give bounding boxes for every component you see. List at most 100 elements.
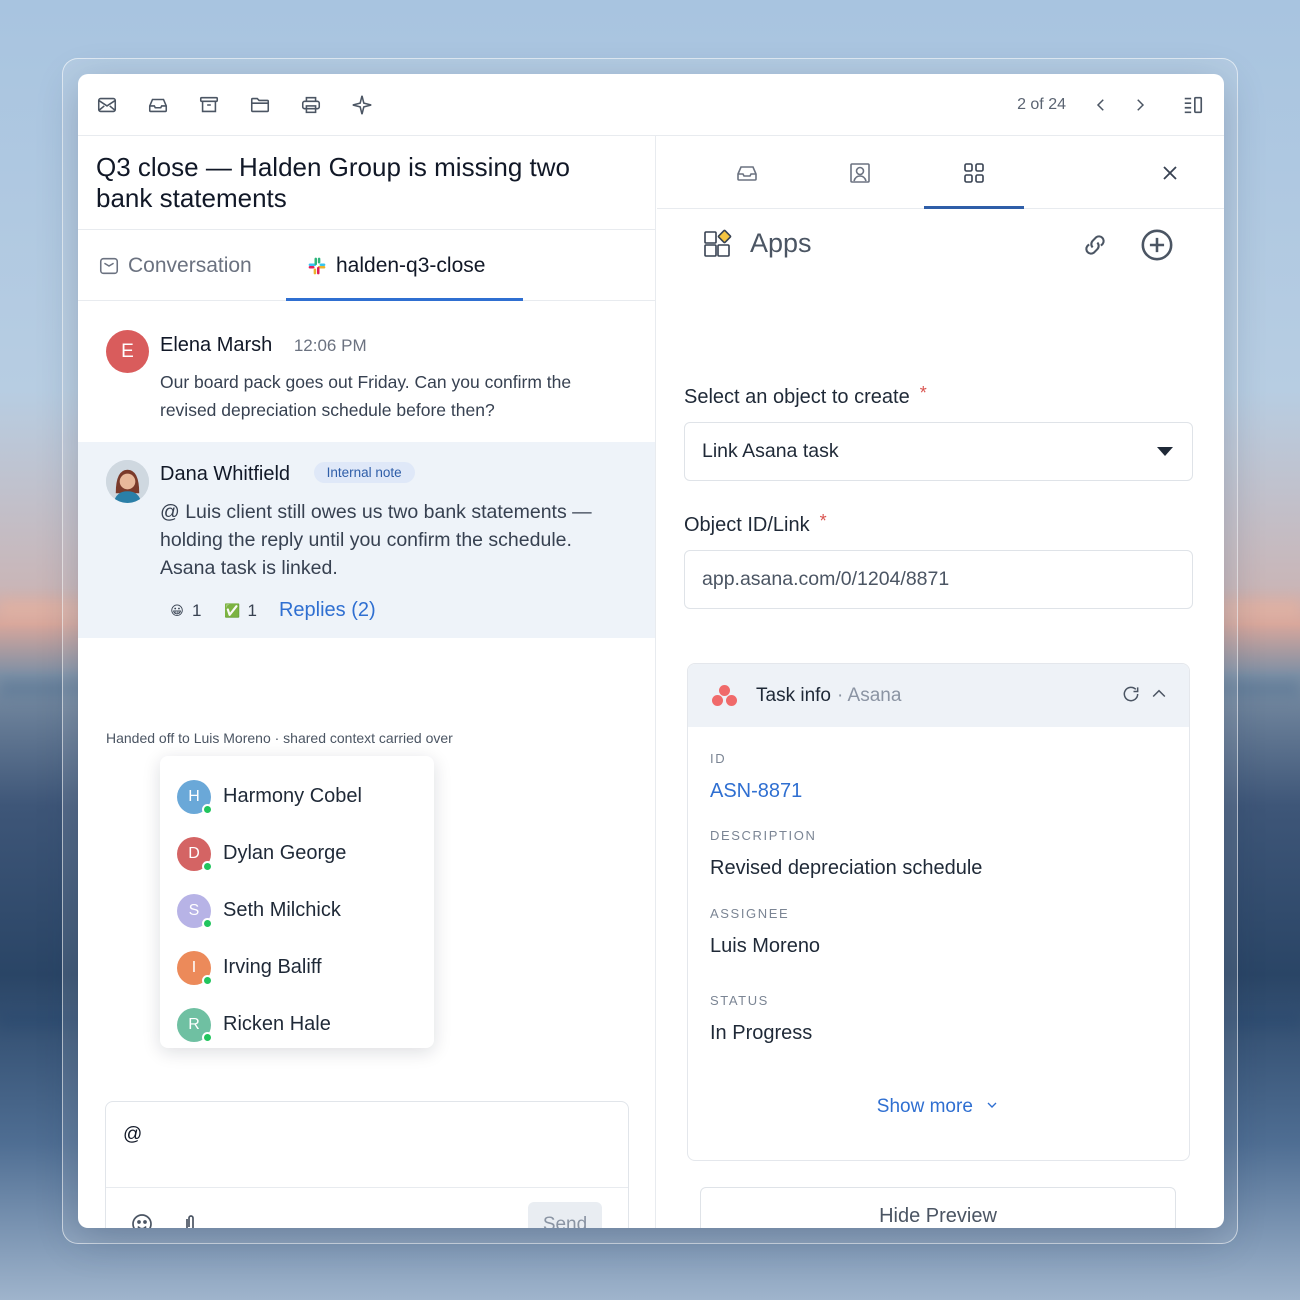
add-circle-icon[interactable] bbox=[1140, 228, 1174, 262]
tab-conversation[interactable]: Conversation bbox=[98, 230, 252, 301]
card-header-actions bbox=[1113, 684, 1169, 704]
panel-header: Apps bbox=[703, 228, 812, 259]
mention-name: Dylan George bbox=[223, 842, 347, 864]
toolbar: 2 of 24 bbox=[78, 74, 1224, 136]
handoff-note: Handed off to Luis Moreno · shared conte… bbox=[106, 730, 453, 746]
reactions-row: 😀 1 ✅ 1 Replies (2) bbox=[168, 599, 376, 622]
apps-logo-icon bbox=[704, 229, 732, 257]
avatar: H bbox=[177, 779, 213, 815]
hide-preview-button[interactable]: Hide Preview bbox=[700, 1187, 1176, 1228]
panel-tabs bbox=[657, 136, 1224, 209]
caret-down-icon bbox=[1157, 447, 1173, 456]
paperclip-icon[interactable] bbox=[177, 1211, 203, 1228]
smile-emoji-icon: 😀 bbox=[170, 602, 184, 618]
object-type-select[interactable]: Link Asana task bbox=[684, 422, 1193, 481]
message-time: 12:06 PM bbox=[293, 336, 367, 355]
reaction-count: 1 bbox=[247, 600, 257, 620]
mention-name: Harmony Cobel bbox=[223, 785, 362, 807]
online-status-dot bbox=[202, 1031, 213, 1043]
sidebar-toggle-icon[interactable] bbox=[1180, 92, 1206, 118]
task-info-source: · Asana bbox=[836, 684, 902, 706]
send-button[interactable]: Send bbox=[528, 1202, 602, 1228]
conversation-pane: Q3 close — Halden Group is missing two b… bbox=[78, 136, 656, 1228]
mention-option[interactable]: H Harmony Cobel bbox=[160, 768, 434, 825]
chevron-up-icon[interactable] bbox=[1149, 684, 1169, 704]
task-status: In Progress bbox=[710, 1022, 813, 1044]
close-icon[interactable] bbox=[1157, 160, 1183, 186]
pager-text: 2 of 24 bbox=[1017, 96, 1066, 113]
apps-panel: Apps Select an object to create * Link As… bbox=[657, 136, 1224, 1228]
composer-divider bbox=[106, 1187, 628, 1188]
avatar: D bbox=[177, 836, 213, 872]
replies-link[interactable]: Replies (2) bbox=[279, 599, 376, 622]
avatar bbox=[106, 460, 149, 503]
sparkle-icon[interactable] bbox=[349, 92, 375, 118]
required-marker: * bbox=[819, 511, 827, 531]
object-id-label: Object ID/Link * bbox=[684, 511, 827, 536]
mention-option[interactable]: R Ricken Hale bbox=[160, 996, 434, 1053]
mention-option[interactable]: D Dylan George bbox=[160, 825, 434, 882]
tab-conversation-label: Conversation bbox=[128, 253, 252, 277]
conversation-subject: Q3 close — Halden Group is missing two b… bbox=[96, 152, 570, 213]
tab-slack-channel[interactable]: halden-q3-close bbox=[307, 230, 485, 301]
field-key-assignee: ASSIGNEE bbox=[710, 906, 790, 921]
inbox-tab-icon[interactable] bbox=[734, 160, 760, 186]
folder-icon[interactable] bbox=[247, 92, 273, 118]
task-info-header[interactable]: Task info · Asana bbox=[688, 664, 1189, 727]
avatar: E bbox=[106, 330, 149, 373]
avatar: R bbox=[177, 1007, 213, 1043]
reaction-smile[interactable]: 😀 1 bbox=[168, 601, 201, 621]
task-id-link[interactable]: ASN-8871 bbox=[710, 780, 802, 803]
mail-icon[interactable] bbox=[94, 92, 120, 118]
message-body: @ Luis client still owes us two bank sta… bbox=[160, 501, 592, 579]
message-header: Dana Whitfield Internal note bbox=[160, 462, 415, 486]
task-info-card: Task info · Asana ID ASN-8871 DESCRIPTIO… bbox=[687, 663, 1190, 1161]
message-composer: @ Send bbox=[105, 1101, 629, 1228]
active-panel-tab-indicator bbox=[924, 206, 1024, 209]
archive-icon[interactable] bbox=[196, 92, 222, 118]
object-id-input[interactable]: app.asana.com/0/1204/8871 bbox=[684, 550, 1193, 609]
online-status-dot bbox=[202, 974, 213, 986]
mention-name: Irving Baliff bbox=[223, 956, 322, 978]
inbox-icon[interactable] bbox=[145, 92, 171, 118]
reaction-count: 1 bbox=[192, 600, 202, 620]
task-info-title: Task info bbox=[756, 684, 831, 706]
message-author: Dana Whitfield bbox=[160, 463, 291, 485]
task-assignee: Luis Moreno bbox=[710, 935, 821, 957]
mention-name: Seth Milchick bbox=[223, 899, 341, 921]
message-author: Elena Marsh bbox=[160, 334, 273, 356]
chevron-right-icon[interactable] bbox=[1127, 92, 1153, 118]
mention-option[interactable]: I Irving Baliff bbox=[160, 939, 434, 996]
online-status-dot bbox=[202, 860, 213, 872]
emoji-icon[interactable] bbox=[129, 1211, 155, 1228]
contact-tab-icon[interactable] bbox=[847, 160, 873, 186]
chevron-down-icon bbox=[987, 1102, 997, 1108]
chevron-left-icon[interactable] bbox=[1088, 92, 1114, 118]
avatar: S bbox=[177, 893, 213, 929]
link-icon[interactable] bbox=[1078, 228, 1112, 262]
toolbar-right: 2 of 24 bbox=[1017, 74, 1206, 136]
select-object-label: Select an object to create * bbox=[684, 383, 927, 408]
show-more-button[interactable]: Show more bbox=[688, 1096, 1189, 1118]
apps-grid-tab-icon[interactable] bbox=[961, 160, 987, 186]
message-header: Elena Marsh 12:06 PM bbox=[160, 334, 367, 357]
field-key-status: STATUS bbox=[710, 993, 769, 1008]
internal-note-badge: Internal note bbox=[313, 462, 415, 483]
message-body: Our board pack goes out Friday. Can you … bbox=[160, 372, 572, 420]
mention-option[interactable]: S Seth Milchick bbox=[160, 882, 434, 939]
slack-icon bbox=[308, 257, 326, 274]
active-tab-indicator bbox=[286, 298, 523, 301]
field-key-description: DESCRIPTION bbox=[710, 828, 817, 843]
required-marker: * bbox=[919, 383, 927, 403]
composer-input[interactable]: @ bbox=[123, 1124, 142, 1146]
printer-icon[interactable] bbox=[298, 92, 324, 118]
task-description: Revised depreciation schedule bbox=[710, 857, 983, 879]
object-type-value: Link Asana task bbox=[702, 440, 839, 462]
reaction-check[interactable]: ✅ 1 bbox=[223, 600, 257, 621]
panel-title: Apps bbox=[750, 228, 812, 258]
internal-note: Dana Whitfield Internal note @ Luis clie… bbox=[78, 442, 655, 638]
mention-name: Ricken Hale bbox=[223, 1013, 331, 1035]
conversation-tabs: Conversation halden-q3-close bbox=[78, 229, 655, 301]
message-item: E Elena Marsh 12:06 PM Our board pack go… bbox=[78, 302, 655, 442]
refresh-icon[interactable] bbox=[1121, 684, 1141, 704]
